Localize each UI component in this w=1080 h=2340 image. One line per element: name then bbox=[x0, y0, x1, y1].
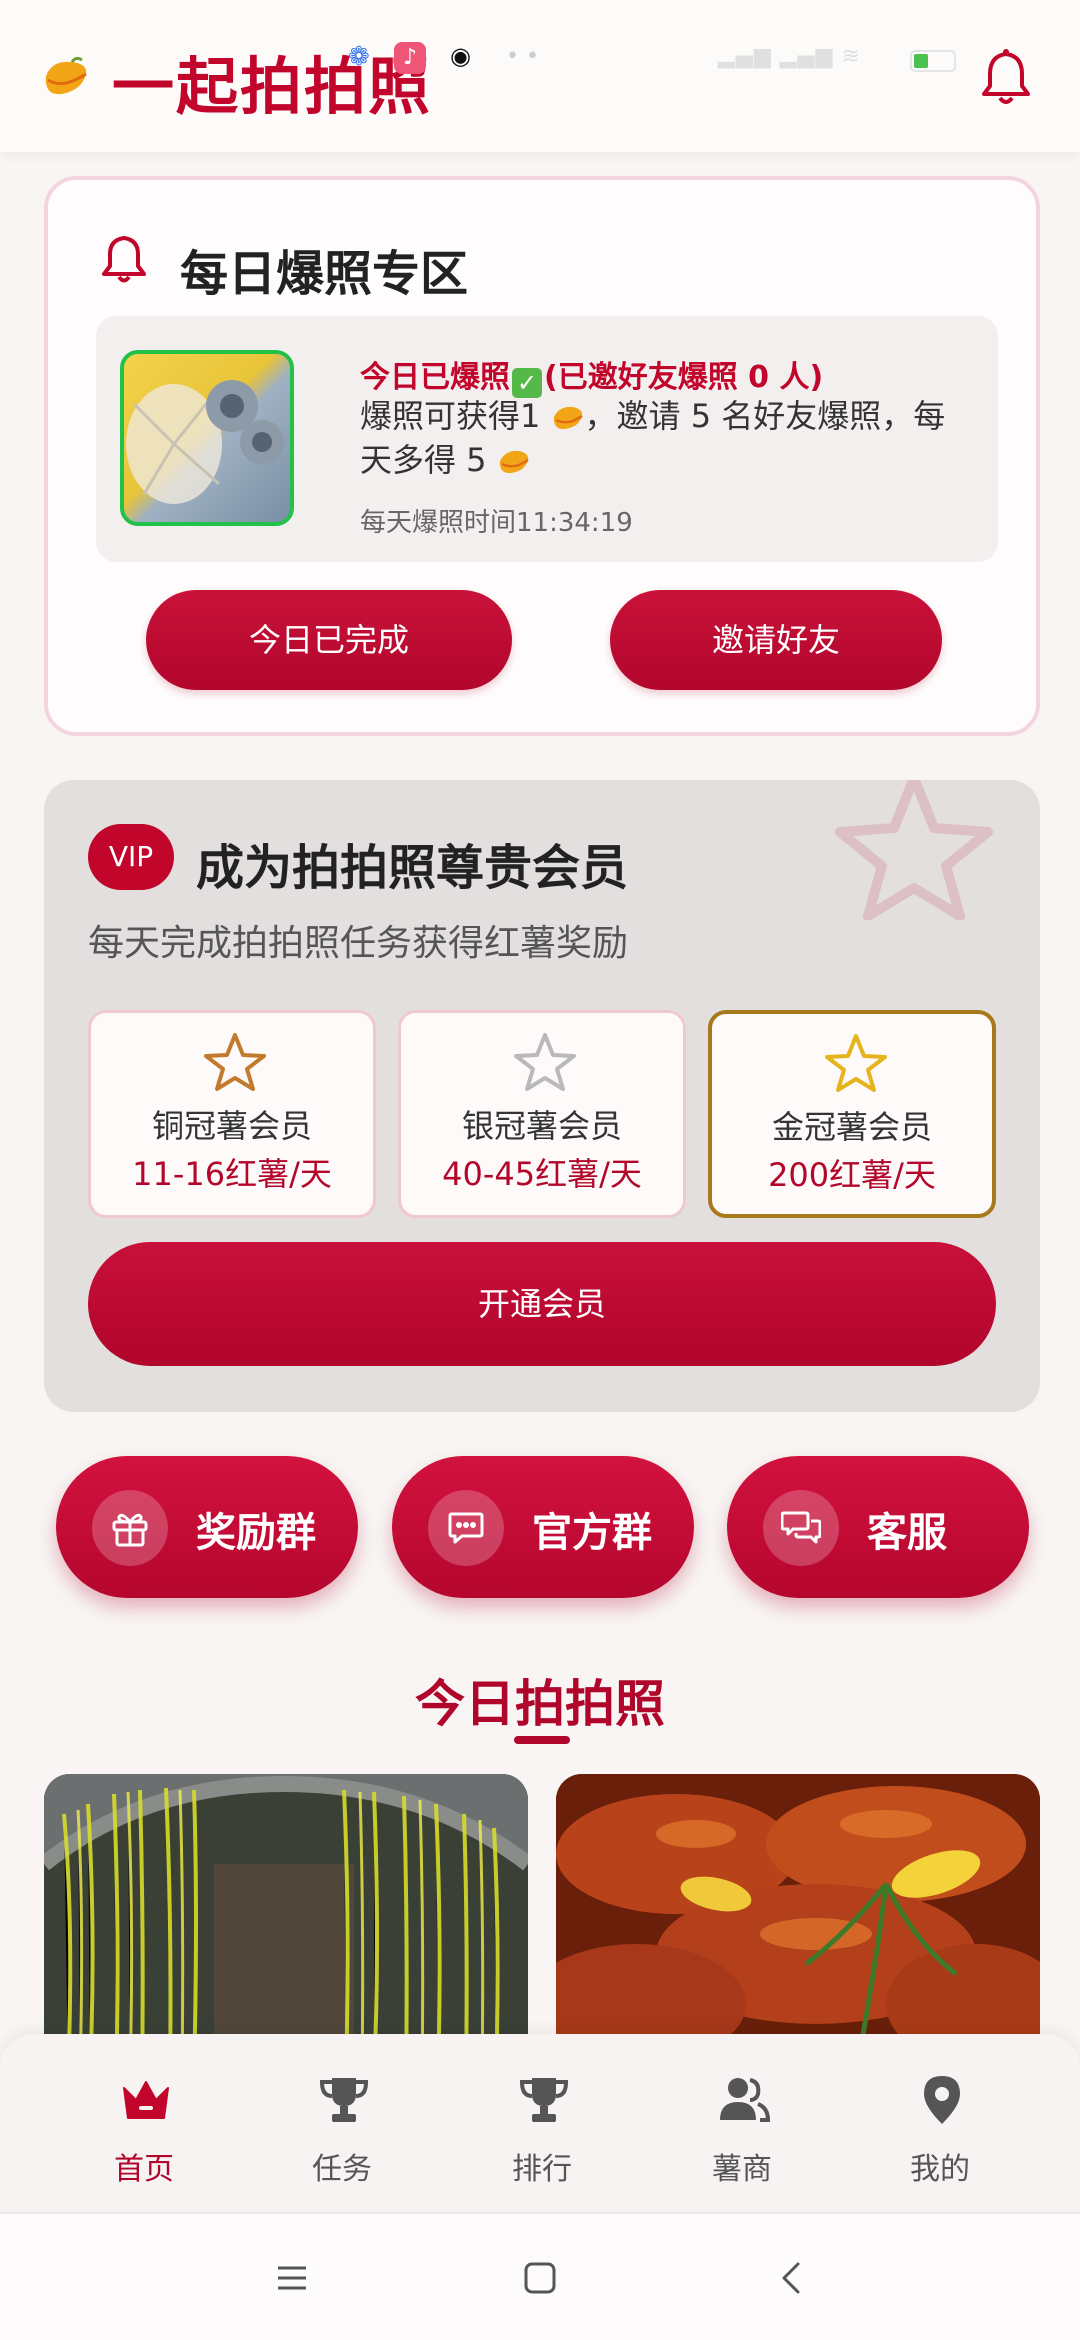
pill-label: 客服 bbox=[867, 1510, 947, 1556]
nav-label: 首页 bbox=[114, 2152, 174, 2187]
star-decoration-icon bbox=[835, 780, 993, 920]
daily-photo-thumbnail[interactable] bbox=[120, 350, 294, 526]
sweet-potato-icon bbox=[553, 406, 583, 430]
location-pin-icon bbox=[924, 2076, 960, 2124]
silver-star-icon bbox=[514, 1033, 576, 1091]
more-dots-icon: • • bbox=[506, 44, 539, 69]
signal-icon: ▂▄▆ ▂▄▆ ≋ bbox=[718, 44, 861, 69]
baidu-icon: ❁ bbox=[348, 42, 370, 72]
sweet-potato-icon bbox=[499, 450, 529, 474]
tier-bronze[interactable]: 铜冠薯会员 11-16红薯/天 bbox=[88, 1010, 376, 1218]
tier-name: 铜冠薯会员 bbox=[151, 1107, 312, 1145]
bronze-star-icon bbox=[204, 1033, 266, 1091]
bell-icon bbox=[102, 236, 146, 283]
nav-label: 我的 bbox=[910, 2152, 970, 2187]
reward-group-button[interactable]: 奖励群 bbox=[56, 1456, 358, 1598]
tier-gold[interactable]: 金冠薯会员 200红薯/天 bbox=[708, 1010, 996, 1218]
nav-mine[interactable]: 我的 bbox=[860, 2074, 1020, 2194]
back-icon[interactable] bbox=[772, 2258, 812, 2298]
crown-icon bbox=[123, 2081, 169, 2119]
gold-star-icon bbox=[825, 1034, 887, 1092]
tier-name: 银冠薯会员 bbox=[461, 1107, 622, 1145]
daily-photo-card: 每日爆照专区 今日已爆照 ✓ (已邀好友爆照 0 人) 爆照可获得1 ，邀请 5 名… bbox=[44, 176, 1040, 736]
daily-time-text: 每天爆照时间11:34:19 bbox=[360, 508, 633, 538]
bottom-navigation: 首页 任务 排行 薯商 我的 bbox=[0, 2034, 1080, 2212]
tier-reward: 40-45红薯/天 bbox=[442, 1155, 642, 1193]
today-photos-title: 今日拍拍照 bbox=[415, 1675, 665, 1733]
battery-icon bbox=[910, 50, 956, 72]
nav-label: 排行 bbox=[512, 2152, 572, 2187]
trophy-icon bbox=[519, 2078, 569, 2122]
vip-subtitle: 每天完成拍拍照任务获得红薯奖励 bbox=[88, 923, 629, 964]
photo-card-chicken-wings[interactable] bbox=[556, 1774, 1040, 2074]
daily-title: 每日爆照专区 bbox=[180, 246, 469, 302]
daily-info-box: 今日已爆照 ✓ (已邀好友爆照 0 人) 爆照可获得1 ，邀请 5 名好友爆照，每天… bbox=[96, 316, 998, 562]
tier-silver[interactable]: 银冠薯会员 40-45红薯/天 bbox=[398, 1010, 686, 1218]
nav-label: 任务 bbox=[312, 2152, 372, 2187]
nav-label: 薯商 bbox=[712, 2152, 772, 2187]
chat-icon bbox=[428, 1490, 504, 1566]
tier-reward: 200红薯/天 bbox=[768, 1156, 936, 1194]
top-header: 一起拍拍照 ❁ ♪ ◉ • • ▂▄▆ ▂▄▆ ≋ bbox=[0, 0, 1080, 152]
vip-title: 成为拍拍照尊贵会员 bbox=[196, 840, 629, 896]
notification-bell-icon[interactable] bbox=[978, 48, 1034, 106]
system-navigation-bar bbox=[0, 2212, 1080, 2340]
home-square-icon[interactable] bbox=[520, 2258, 560, 2298]
trophy-icon bbox=[319, 2078, 369, 2122]
sweet-potato-logo-icon bbox=[45, 56, 87, 95]
desc-part1: 爆照可获得1 bbox=[360, 397, 541, 435]
daily-reward-description: 爆照可获得1 ，邀请 5 名好友爆照，每天多得 5 bbox=[360, 394, 970, 482]
customer-service-button[interactable]: 客服 bbox=[727, 1456, 1029, 1598]
open-membership-button[interactable]: 开通会员 bbox=[88, 1242, 996, 1366]
official-group-button[interactable]: 官方群 bbox=[392, 1456, 694, 1598]
pill-label: 官方群 bbox=[532, 1510, 652, 1556]
menu-icon[interactable] bbox=[272, 2258, 312, 2298]
nav-ranking[interactable]: 排行 bbox=[462, 2074, 622, 2194]
status-suffix: (已邀好友爆照 0 人) bbox=[544, 360, 824, 395]
today-completed-button[interactable]: 今日已完成 bbox=[146, 590, 512, 690]
gift-icon bbox=[92, 1490, 168, 1566]
invite-friends-button[interactable]: 邀请好友 bbox=[610, 590, 942, 690]
users-icon bbox=[720, 2078, 770, 2122]
vip-badge: VIP bbox=[88, 824, 174, 890]
photo-card-willow-archway[interactable] bbox=[44, 1774, 528, 2074]
status-prefix: 今日已爆照 bbox=[360, 360, 510, 395]
daily-status-text: 今日已爆照 ✓ (已邀好友爆照 0 人) bbox=[360, 352, 823, 398]
tiktok-icon: ♪ bbox=[394, 42, 426, 74]
status-bar: ❁ ♪ ◉ • • ▂▄▆ ▂▄▆ ≋ bbox=[330, 42, 980, 82]
nav-tasks[interactable]: 任务 bbox=[262, 2074, 422, 2194]
tier-name: 金冠薯会员 bbox=[771, 1108, 932, 1146]
nav-merchants[interactable]: 薯商 bbox=[662, 2074, 822, 2194]
tier-reward: 11-16红薯/天 bbox=[132, 1155, 332, 1193]
vip-membership-card: VIP 成为拍拍照尊贵会员 每天完成拍拍照任务获得红薯奖励 铜冠薯会员 11-1… bbox=[44, 780, 1040, 1412]
title-underline bbox=[514, 1736, 570, 1744]
qq-icon: ◉ bbox=[450, 42, 471, 70]
service-chat-icon bbox=[763, 1490, 839, 1566]
nav-home[interactable]: 首页 bbox=[64, 2074, 224, 2194]
pill-label: 奖励群 bbox=[196, 1510, 316, 1556]
